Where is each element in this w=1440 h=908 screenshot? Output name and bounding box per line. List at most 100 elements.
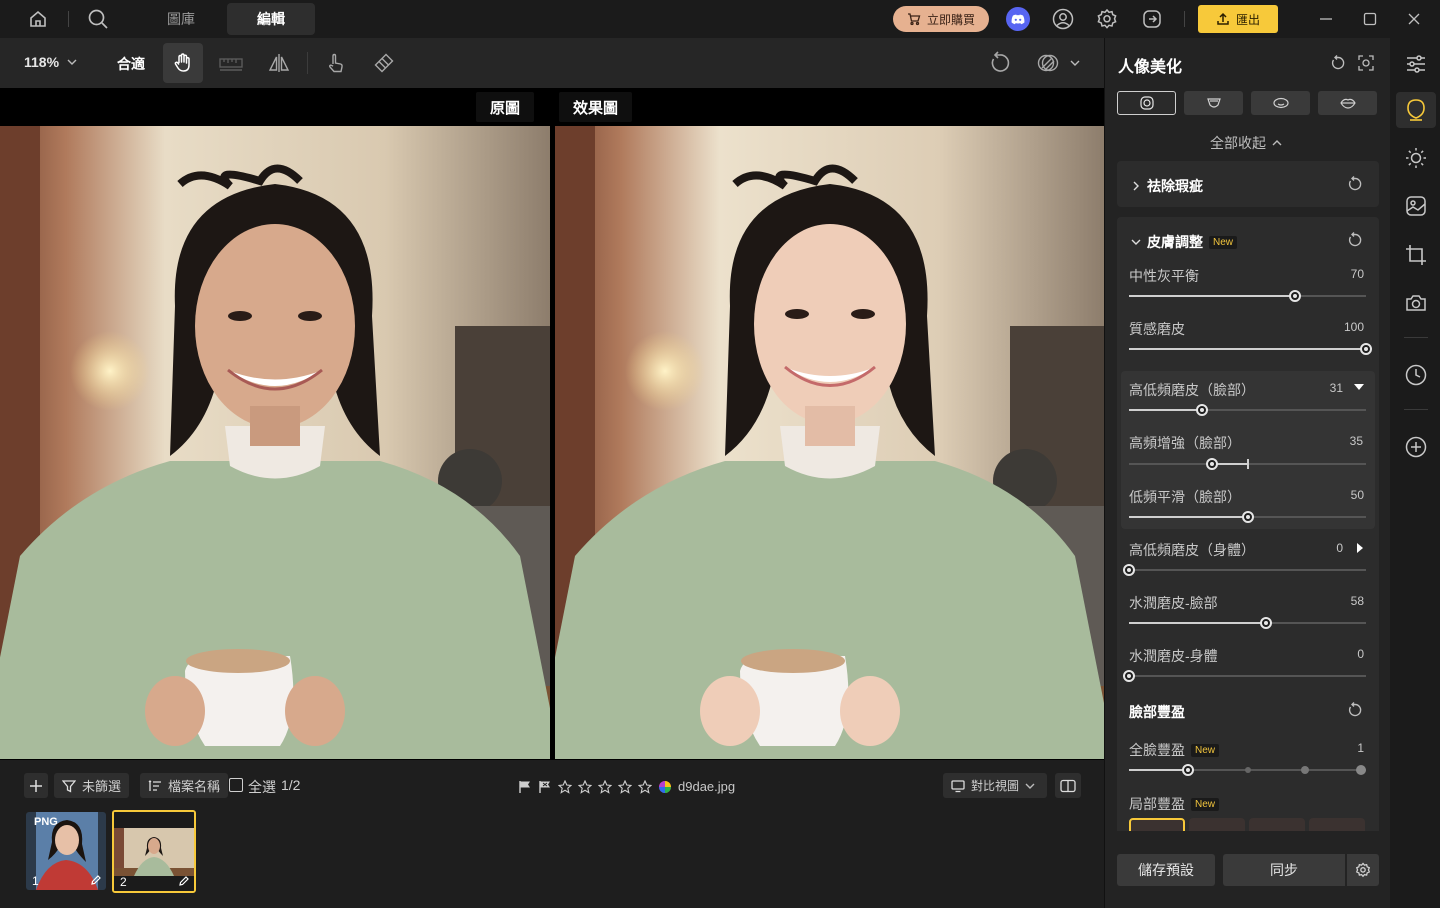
slider-high-freq-boost-face[interactable]: [1129, 458, 1366, 470]
star-icon[interactable]: [558, 779, 572, 794]
caret-down-icon[interactable]: [1353, 382, 1365, 392]
star-icon[interactable]: [578, 779, 592, 794]
reset-icon[interactable]: [1347, 702, 1365, 720]
crop-icon[interactable]: [1403, 242, 1429, 268]
slider-value: 100: [1343, 320, 1364, 334]
section-skin-header[interactable]: 皮膚調整 New: [1131, 232, 1238, 252]
discord-icon[interactable]: [1006, 7, 1030, 31]
reset-icon[interactable]: [1347, 232, 1365, 250]
slider-value: 1: [1357, 741, 1364, 755]
ruler-icon[interactable]: [219, 51, 243, 75]
original-photo[interactable]: [0, 126, 550, 759]
split-view-button[interactable]: [1055, 773, 1081, 798]
caret-right-icon[interactable]: [1355, 542, 1365, 554]
chevron-right-icon: [1131, 181, 1141, 191]
slider-freq-separation-body[interactable]: [1123, 564, 1366, 576]
filter-button[interactable]: 未篩選: [54, 773, 130, 798]
mask-overlay-icon[interactable]: [1036, 51, 1060, 75]
camera-icon[interactable]: [1403, 290, 1429, 316]
color-label-icon[interactable]: [658, 780, 672, 794]
section-blemish-header[interactable]: 祛除瑕疵: [1131, 176, 1203, 196]
home-icon[interactable]: [26, 7, 50, 31]
face-tab-eyes[interactable]: [1251, 91, 1310, 115]
add-image-button[interactable]: [24, 773, 48, 798]
slider-texture-smoothing[interactable]: [1129, 343, 1372, 355]
slider-moist-smoothing-face[interactable]: [1129, 617, 1366, 629]
hand-tool-button[interactable]: [163, 43, 203, 83]
account-icon[interactable]: [1051, 7, 1075, 31]
compare-view-dropdown[interactable]: 對比視圖: [943, 773, 1047, 798]
light-sun-icon[interactable]: [1403, 145, 1429, 171]
flip-icon[interactable]: [267, 51, 291, 75]
original-label: 原圖: [476, 92, 535, 122]
rotate-reset-icon[interactable]: [988, 51, 1012, 75]
chevron-down-icon[interactable]: [1068, 53, 1082, 73]
section-face-volume-header[interactable]: 臉部豐盈: [1129, 702, 1185, 722]
sync-settings-button[interactable]: [1347, 854, 1379, 886]
reset-icon[interactable]: [1330, 55, 1348, 73]
export-button[interactable]: 匯出: [1198, 5, 1278, 33]
preset-thumbnail[interactable]: [1249, 818, 1305, 831]
thumbnail-1[interactable]: PNG 1: [26, 812, 106, 890]
slider-freq-separation-face[interactable]: [1129, 404, 1366, 416]
rating-bar: d9dae.jpg: [518, 779, 735, 794]
slider-label: 低頻平滑（臉部）: [1129, 489, 1241, 505]
thumbnail-2[interactable]: 2: [112, 810, 196, 893]
sort-button[interactable]: 檔案名稱: [140, 773, 229, 798]
slider-low-freq-smoothing-face[interactable]: [1129, 511, 1366, 523]
fit-button[interactable]: 合適: [117, 54, 145, 74]
search-icon[interactable]: [86, 7, 110, 31]
tab-edit[interactable]: 編輯: [227, 3, 315, 35]
divider: [1404, 409, 1428, 410]
slider-value: 35: [1349, 434, 1363, 448]
settings-gear-icon[interactable]: [1095, 7, 1119, 31]
face-tab-face[interactable]: [1117, 91, 1176, 115]
history-clock-icon[interactable]: [1403, 362, 1429, 388]
flag-reject-icon[interactable]: [538, 780, 552, 794]
portrait-beauty-icon[interactable]: [1396, 92, 1436, 128]
preset-thumbnail[interactable]: [1189, 818, 1245, 831]
hand-icon: [172, 52, 194, 74]
close-icon[interactable]: [1403, 8, 1425, 30]
select-all-checkbox[interactable]: [229, 778, 243, 792]
face-tab-lips[interactable]: [1318, 91, 1377, 115]
image-edit-icon[interactable]: [1403, 193, 1429, 219]
select-all-label[interactable]: 全選: [248, 777, 276, 797]
tab-library[interactable]: 圖庫: [137, 3, 225, 35]
collapse-all-button[interactable]: 全部收起: [1210, 133, 1282, 153]
adjust-sliders-icon[interactable]: [1403, 51, 1429, 77]
gear-icon: [1355, 862, 1371, 878]
eraser-icon[interactable]: [372, 51, 396, 75]
upload-icon: [1216, 12, 1230, 26]
star-icon[interactable]: [598, 779, 612, 794]
add-module-plus-icon[interactable]: [1403, 434, 1429, 460]
lips-icon: [1339, 97, 1356, 109]
step-dot: [1301, 766, 1309, 774]
panel-title: 人像美化: [1118, 59, 1183, 76]
result-photo[interactable]: [555, 126, 1104, 759]
star-icon[interactable]: [618, 779, 632, 794]
slider-neutral-gray[interactable]: [1129, 290, 1366, 302]
step-dot: [1356, 765, 1366, 775]
maximize-icon[interactable]: [1359, 8, 1381, 30]
slider-full-face-volume[interactable]: [1129, 764, 1366, 776]
preset-thumbnail[interactable]: [1309, 818, 1365, 831]
face-tab-jaw[interactable]: [1184, 91, 1243, 115]
sync-button[interactable]: 同步: [1223, 854, 1345, 886]
zoom-value: 118%: [24, 54, 60, 70]
minimize-icon[interactable]: [1315, 8, 1337, 30]
reset-icon[interactable]: [1347, 176, 1365, 194]
slider-moist-smoothing-body[interactable]: [1123, 670, 1366, 682]
flag-pick-icon[interactable]: [518, 780, 532, 794]
save-preset-button[interactable]: 儲存預設: [1117, 854, 1215, 886]
slider-value: 0: [1357, 647, 1364, 661]
sign-in-icon[interactable]: [1140, 7, 1164, 31]
preset-thumbnail[interactable]: [1129, 818, 1185, 831]
star-icon[interactable]: [638, 779, 652, 794]
touch-icon[interactable]: [324, 51, 348, 75]
zoom-dropdown[interactable]: 118%: [24, 54, 77, 70]
face-detect-icon[interactable]: [1358, 55, 1376, 73]
jaw-icon: [1206, 97, 1222, 109]
slider-label: 高頻增強（臉部）: [1129, 435, 1241, 451]
buy-now-button[interactable]: 立即購買: [893, 6, 989, 32]
